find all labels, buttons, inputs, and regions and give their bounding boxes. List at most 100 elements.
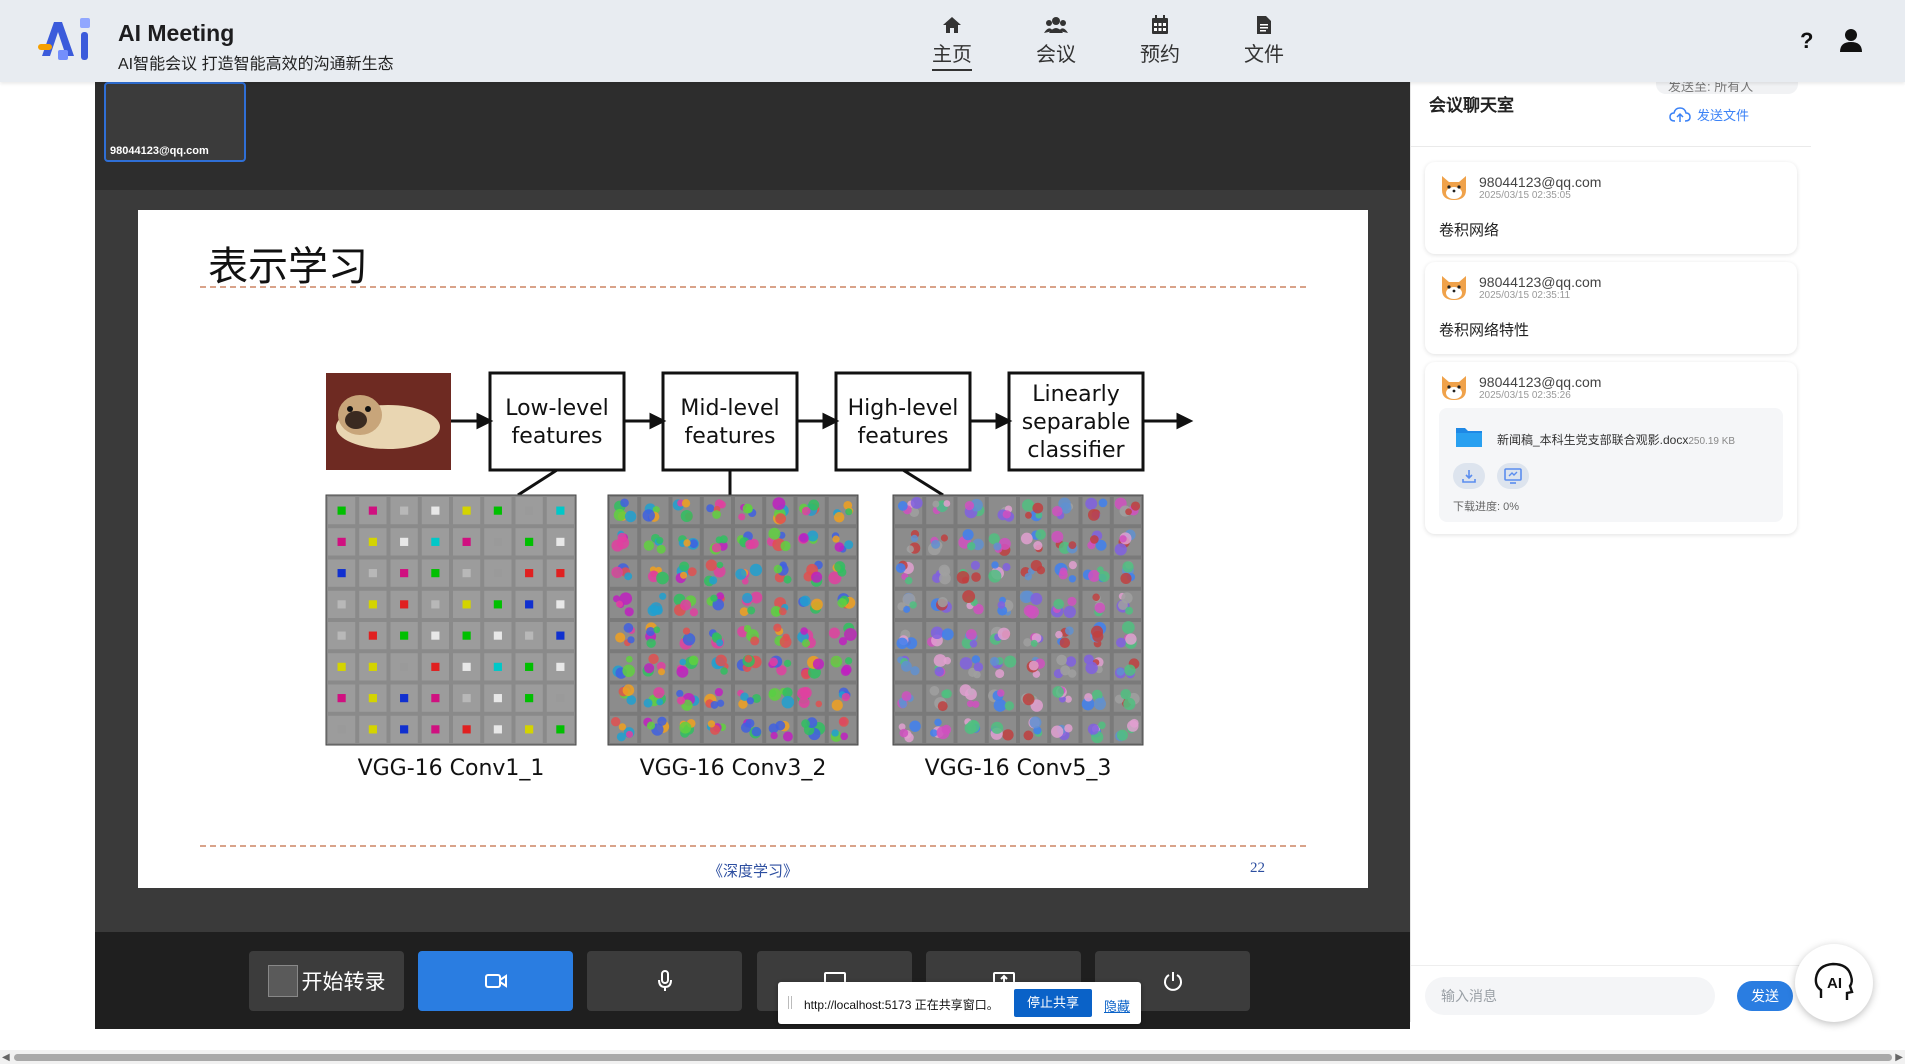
scrollbar-thumb[interactable] — [14, 1054, 1892, 1061]
filter-mark — [1094, 602, 1106, 614]
nav-label: 文件 — [1244, 44, 1284, 66]
user-icon[interactable] — [1840, 28, 1862, 52]
stop-sharing-button[interactable]: 停止共享 — [1014, 989, 1092, 1017]
chat-input-row: 发送 — [1411, 965, 1811, 1022]
filter-mark — [797, 687, 810, 700]
filter-mark — [971, 572, 981, 582]
filter-mark — [1063, 605, 1076, 619]
preview-monitor-icon — [1504, 468, 1522, 484]
filter-mark — [525, 694, 534, 703]
horizontal-scrollbar[interactable]: ◀ ▶ — [0, 1050, 1905, 1064]
filter-mark — [623, 623, 634, 633]
participant-thumbnail[interactable]: 98044123@qq.com — [104, 82, 246, 162]
filter-mark — [910, 666, 920, 676]
filter-mark — [1022, 693, 1035, 706]
filter-mark — [972, 700, 980, 708]
filter-mark — [493, 662, 502, 671]
shiba-avatar-icon — [1442, 376, 1466, 400]
box-low-label-1: Low-level — [505, 396, 609, 421]
preview-button[interactable] — [1497, 463, 1529, 489]
filter-mark — [807, 530, 819, 542]
filter-mark — [909, 601, 917, 609]
filter-mark — [643, 698, 653, 708]
shiba-avatar-icon — [1442, 276, 1466, 300]
send-message-button[interactable]: 发送 — [1737, 981, 1793, 1011]
camera-toggle-button[interactable] — [418, 951, 573, 1011]
filter-mark — [643, 540, 655, 551]
filter-mark — [610, 717, 621, 727]
filter-mark — [1035, 529, 1046, 540]
chat-message: 98044123@qq.com 2025/03/15 02:35:05 卷积网络 — [1425, 162, 1797, 254]
filter-mark — [964, 722, 977, 735]
filter-mark — [828, 627, 840, 639]
filter-mark — [622, 684, 635, 697]
scroll-right-arrow-icon[interactable]: ▶ — [1895, 1052, 1903, 1063]
shiba-avatar-icon — [1442, 176, 1466, 200]
hide-bar-link[interactable]: 隐藏 — [1104, 996, 1130, 1015]
filter-mark — [738, 699, 748, 709]
filter-mark — [658, 668, 666, 676]
message-input[interactable] — [1425, 977, 1715, 1015]
filter-mark — [337, 569, 346, 578]
filter-mark — [1053, 598, 1065, 610]
filter-mark — [1085, 661, 1098, 675]
filter-mark — [431, 725, 440, 734]
filter-mark — [626, 695, 637, 705]
filter-mark — [556, 694, 565, 703]
nav-item-files[interactable]: 文件 — [1212, 14, 1316, 71]
filter-mark — [989, 656, 1000, 666]
filter-mark — [656, 544, 666, 554]
filter-mark — [656, 698, 664, 706]
filter-mark — [337, 662, 346, 671]
filter-mark — [906, 545, 914, 553]
filter-mark — [746, 697, 754, 705]
nav-item-schedule[interactable]: 预约 — [1108, 14, 1212, 71]
filter-mark — [680, 510, 693, 523]
send-file-label: 发送文件 — [1697, 108, 1750, 123]
nav-item-meetings[interactable]: 会议 — [1004, 14, 1108, 71]
filter-mark — [937, 701, 948, 712]
filter-mark — [659, 592, 667, 600]
ai-assistant-button[interactable]: AI — [1795, 944, 1873, 1022]
drag-handle[interactable] — [788, 996, 792, 1009]
filter-mark — [1026, 605, 1040, 619]
filter-mark — [687, 567, 697, 577]
start-transcribe-button[interactable]: 开始转录 — [249, 951, 404, 1011]
filter-mark — [801, 506, 811, 516]
filter-mark — [711, 543, 722, 553]
nav-label: 预约 — [1140, 44, 1180, 66]
filter-mark — [1092, 593, 1100, 601]
filter-mark — [973, 670, 981, 679]
filter-mark — [712, 510, 721, 519]
filter-mark — [1051, 725, 1064, 738]
scroll-left-arrow-icon[interactable]: ◀ — [2, 1052, 10, 1063]
filter-mark — [778, 607, 787, 616]
microphone-toggle-button[interactable] — [587, 951, 742, 1011]
filter-mark — [991, 561, 999, 569]
filter-mark — [1116, 729, 1129, 741]
microphone-icon — [657, 970, 672, 991]
nav-label: 主页 — [932, 38, 972, 71]
help-button[interactable]: ? — [1800, 28, 1813, 54]
download-button[interactable] — [1453, 463, 1485, 489]
filter-mark — [644, 663, 655, 674]
filter-mark — [400, 569, 409, 578]
box-high-label-2: features — [858, 424, 949, 449]
filter-mark — [716, 561, 724, 569]
filter-mark — [964, 688, 977, 701]
filter-mark — [775, 720, 786, 731]
filter-mark — [368, 600, 377, 609]
filter-mark — [431, 662, 440, 671]
filter-mark — [719, 535, 728, 544]
filter-mark — [841, 664, 852, 675]
filter-mark — [680, 599, 692, 611]
filter-mark — [1114, 543, 1127, 556]
send-file-button[interactable]: 发送文件 — [1669, 105, 1749, 124]
filter-mark — [462, 662, 471, 671]
filter-mark — [611, 539, 624, 552]
box-cls-label-3: classifier — [1027, 438, 1125, 463]
camera-icon — [484, 974, 507, 988]
nav-item-home[interactable]: 主页 — [900, 14, 1004, 71]
message-sender: 98044123@qq.com — [1479, 374, 1602, 390]
filter-mark — [680, 571, 688, 579]
